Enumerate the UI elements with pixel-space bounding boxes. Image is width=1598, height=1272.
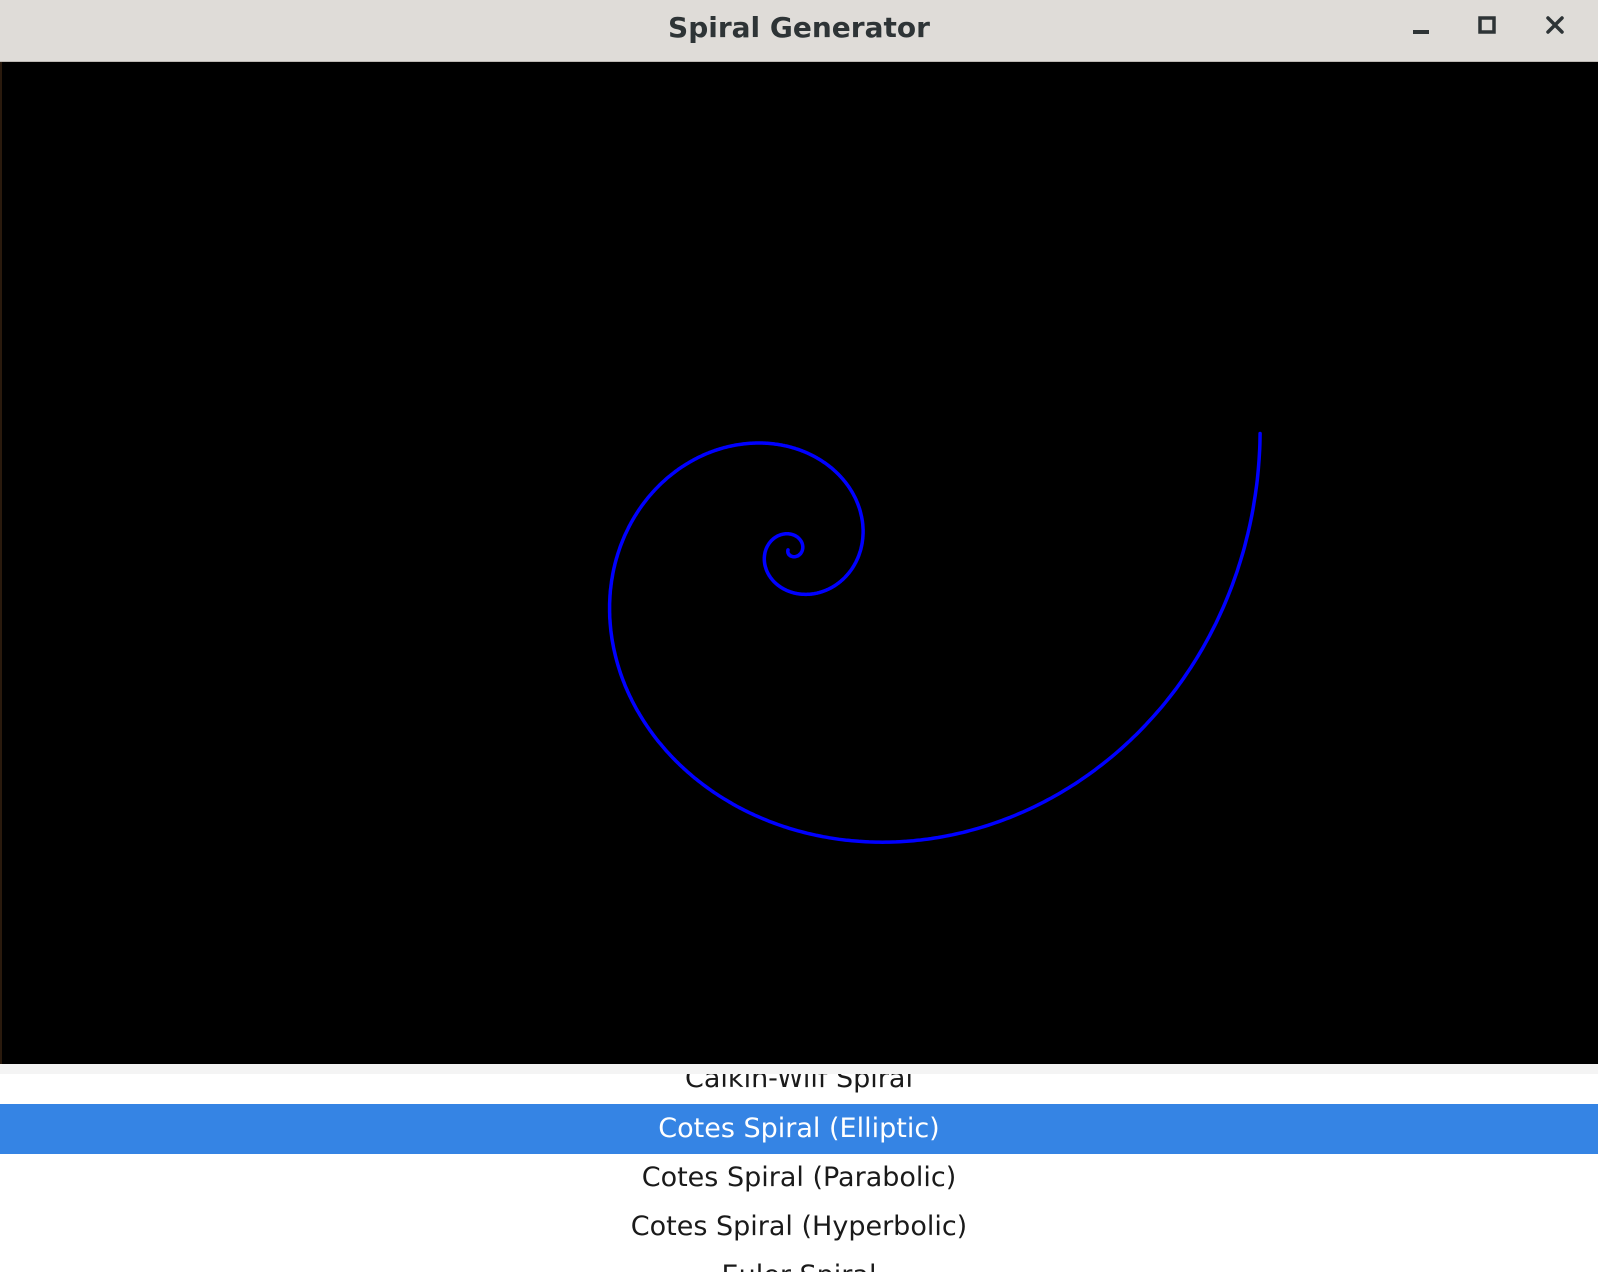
minimize-button[interactable] <box>1409 10 1449 46</box>
spiral-type-list[interactable]: Calkin-Wilf Spiral Cotes Spiral (Ellipti… <box>0 1064 1598 1272</box>
title-bar[interactable]: Spiral Generator <box>0 0 1598 62</box>
list-item-cotes-hyperbolic[interactable]: Cotes Spiral (Hyperbolic) <box>0 1202 1598 1252</box>
spiral-drawing <box>607 431 1262 844</box>
maximize-icon <box>1478 16 1496 34</box>
minimize-icon <box>1413 30 1429 34</box>
list-item-euler[interactable]: Euler Spiral <box>0 1251 1598 1272</box>
list-item-cotes-parabolic[interactable]: Cotes Spiral (Parabolic) <box>0 1153 1598 1203</box>
window-title: Spiral Generator <box>668 11 930 44</box>
list-item-cotes-elliptic[interactable]: Cotes Spiral (Elliptic) <box>0 1104 1598 1154</box>
close-icon <box>1546 16 1564 34</box>
spiral-curve <box>607 431 1262 844</box>
close-button[interactable] <box>1543 10 1583 46</box>
maximize-button[interactable] <box>1476 10 1516 46</box>
app-window: Spiral Generator Calkin-Wilf Spiral Cote… <box>0 0 1598 1272</box>
spiral-canvas <box>0 62 1598 1064</box>
list-top-edge <box>0 1064 1598 1074</box>
